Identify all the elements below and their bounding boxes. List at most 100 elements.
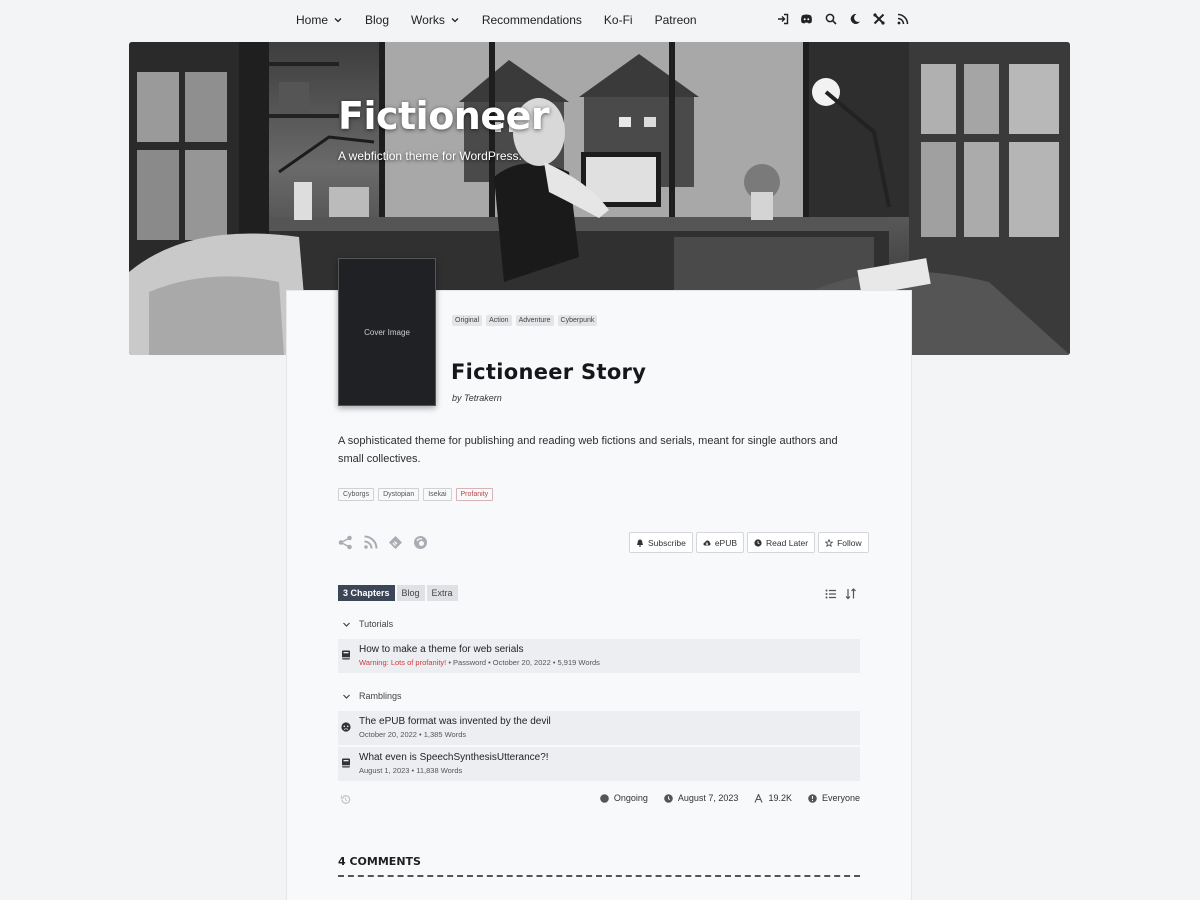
cover-image[interactable]: Cover Image xyxy=(338,258,436,406)
chapter-title: How to make a theme for web serials xyxy=(359,644,524,655)
chevron-down-icon xyxy=(343,622,350,627)
genre-tags: Original Action Adventure Cyberpunk xyxy=(452,315,598,326)
story-stats: Ongoing August 7, 2023 19.2K Everyone xyxy=(600,793,860,803)
chapter-row[interactable]: The ePUB format was invented by the devi… xyxy=(338,711,860,745)
chapter-row[interactable]: How to make a theme for web serials Warn… xyxy=(338,639,860,673)
login-icon[interactable] xyxy=(776,12,789,25)
nav-label: Recommendations xyxy=(481,13,582,27)
subscribe-label: Subscribe xyxy=(648,537,686,548)
bell-icon xyxy=(637,539,643,547)
genre-tag[interactable]: Adventure xyxy=(515,315,554,326)
chapter-warning: Warning: Lots of profanity! xyxy=(359,658,447,667)
words-stat: 19.2K xyxy=(754,793,792,803)
nav-label: Home xyxy=(296,13,329,27)
epub-button[interactable]: ePUB xyxy=(695,532,745,553)
genre-tag[interactable]: Action xyxy=(486,315,512,326)
top-navigation: Home Blog Works Recommendations Ko-Fi Pa… xyxy=(0,0,1200,42)
comments-heading: 4 COMMENTS xyxy=(338,855,421,868)
book-icon xyxy=(342,650,350,660)
follow-label: Follow xyxy=(837,537,862,548)
rating-stat: Everyone xyxy=(808,793,860,803)
main-menu: Home Blog Works Recommendations Ko-Fi Pa… xyxy=(296,0,719,40)
history-icon[interactable] xyxy=(340,794,351,805)
share-icons xyxy=(338,535,428,550)
story-tabs: 3 Chapters Blog Extra xyxy=(338,585,458,601)
book-icon xyxy=(342,758,350,768)
inoreader-icon[interactable] xyxy=(413,535,428,550)
content-warning-tag[interactable]: Profanity xyxy=(455,488,494,501)
comments-divider xyxy=(338,875,860,877)
nav-item-home[interactable]: Home xyxy=(296,13,343,27)
tab-extra[interactable]: Extra xyxy=(426,585,458,601)
chapter-row[interactable]: What even is SpeechSynthesisUtterance?! … xyxy=(338,747,860,781)
story-description: A sophisticated theme for publishing and… xyxy=(338,435,838,465)
chevron-down-icon xyxy=(334,18,342,23)
group-name: Tutorials xyxy=(359,619,394,629)
sort-order-icon[interactable] xyxy=(845,587,857,600)
date-text: August 7, 2023 xyxy=(677,793,739,803)
group-name: Ramblings xyxy=(359,691,402,701)
cloud-download-icon xyxy=(703,539,711,545)
chevron-down-icon xyxy=(343,694,350,699)
rss-icon[interactable] xyxy=(896,12,909,25)
status-circle-icon xyxy=(600,793,609,803)
status-stat: Ongoing xyxy=(600,793,648,803)
angry-face-icon xyxy=(341,722,351,732)
chapter-meta: Warning: Lots of profanity! • Password •… xyxy=(359,658,600,667)
content-tag[interactable]: Cyborgs xyxy=(338,488,375,501)
nav-item-recommendations[interactable]: Recommendations xyxy=(482,13,582,27)
feedly-icon[interactable] xyxy=(388,535,403,550)
chapter-title: The ePUB format was invented by the devi… xyxy=(359,716,551,727)
rating-text: Everyone xyxy=(821,793,860,803)
search-icon[interactable] xyxy=(824,12,837,25)
site-title[interactable]: Fictioneer xyxy=(338,94,550,138)
chevron-down-icon xyxy=(451,18,459,23)
nav-label: Works xyxy=(411,13,445,27)
read-later-button[interactable]: Read Later xyxy=(747,532,816,553)
chapter-title: What even is SpeechSynthesisUtterance?! xyxy=(359,752,549,763)
moon-icon[interactable] xyxy=(848,12,861,25)
epub-label: ePUB xyxy=(714,537,738,548)
nav-label: Blog xyxy=(365,13,390,27)
nav-item-blog[interactable]: Blog xyxy=(365,13,389,27)
content-tags: Cyborgs Dystopian Isekai Profanity xyxy=(338,488,494,501)
clock-icon xyxy=(664,793,673,803)
chapter-group-toggle[interactable]: Ramblings xyxy=(342,691,402,701)
genre-tag[interactable]: Original xyxy=(452,315,483,326)
nav-item-works[interactable]: Works xyxy=(411,13,460,27)
content-tag[interactable]: Dystopian xyxy=(378,488,420,501)
list-tools xyxy=(825,587,857,600)
clock-icon xyxy=(754,538,762,547)
byline-prefix: by xyxy=(452,393,462,403)
words-text: 19.2K xyxy=(768,793,792,803)
tab-blog[interactable]: Blog xyxy=(396,585,425,601)
nav-label: Patreon xyxy=(654,13,697,27)
subscribe-button[interactable]: Subscribe xyxy=(629,532,693,553)
genre-tag[interactable]: Cyberpunk xyxy=(557,315,598,326)
nav-label: Ko-Fi xyxy=(603,13,633,27)
list-view-icon[interactable] xyxy=(825,587,837,599)
chapter-group-toggle[interactable]: Tutorials xyxy=(342,619,393,629)
nav-item-patreon[interactable]: Patreon xyxy=(655,13,697,27)
rss-icon[interactable] xyxy=(363,535,378,550)
read-later-label: Read Later xyxy=(766,537,809,548)
font-icon xyxy=(754,793,763,803)
site-tagline: A webfiction theme for WordPress. xyxy=(338,149,522,163)
share-icon[interactable] xyxy=(338,535,353,550)
follow-button[interactable]: Follow xyxy=(818,532,869,553)
date-stat: August 7, 2023 xyxy=(664,793,739,803)
author-link[interactable]: Tetrakern xyxy=(464,393,502,403)
nav-item-kofi[interactable]: Ko-Fi xyxy=(604,13,633,27)
star-icon xyxy=(825,538,834,547)
story-byline: by Tetrakern xyxy=(452,393,502,403)
settings-icon[interactable] xyxy=(872,12,885,25)
content-tag[interactable]: Isekai xyxy=(423,488,452,501)
cover-label: Cover Image xyxy=(364,327,410,337)
chapter-meta-text: • Password • October 20, 2022 • 5,919 Wo… xyxy=(446,658,600,667)
story-actions: Subscribe ePUB Read Later Follow xyxy=(629,532,869,553)
discord-icon[interactable] xyxy=(800,12,813,25)
info-circle-icon xyxy=(808,793,817,803)
nav-icons xyxy=(776,12,909,25)
chapter-meta: August 1, 2023 • 11,838 Words xyxy=(359,766,463,775)
tab-chapters[interactable]: 3 Chapters xyxy=(338,585,395,601)
